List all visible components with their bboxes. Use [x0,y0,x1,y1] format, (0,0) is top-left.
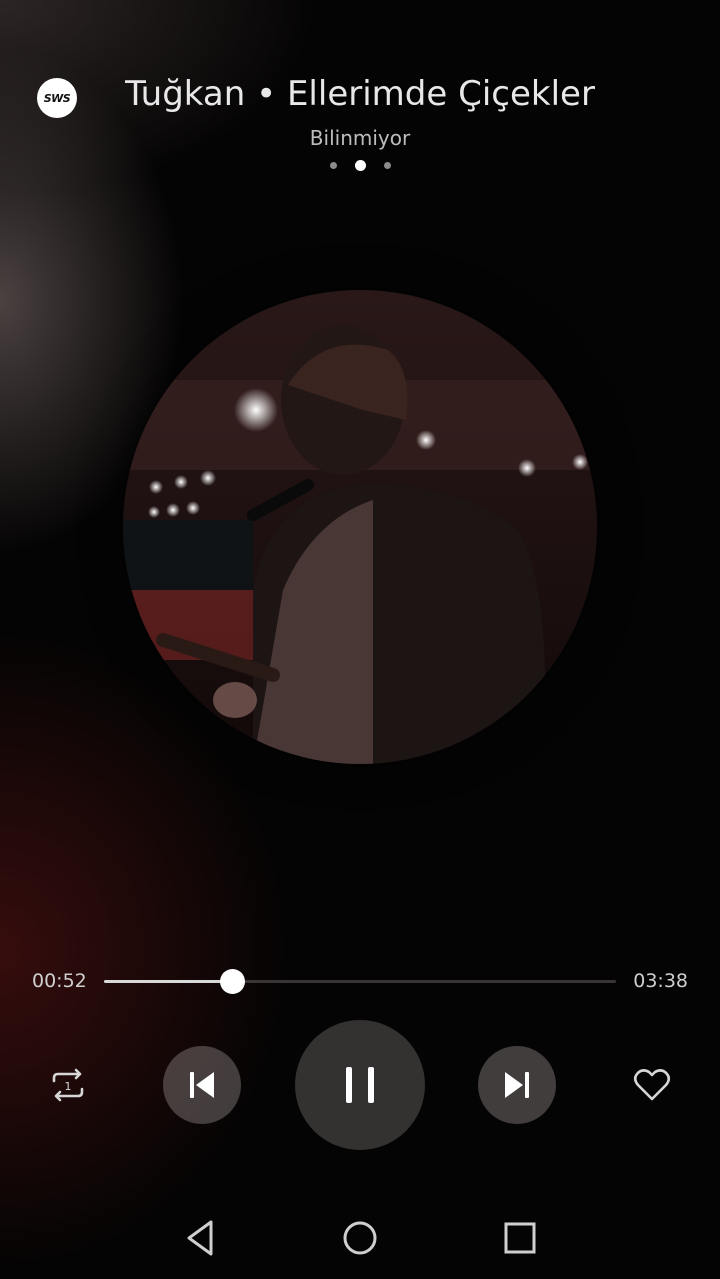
back-triangle-icon [187,1220,213,1256]
next-button[interactable] [478,1046,556,1124]
repeat-one-icon: 1 [52,1068,84,1102]
skip-previous-icon [190,1072,214,1098]
nav-recents-button[interactable] [498,1216,542,1260]
nav-back-button[interactable] [178,1216,222,1260]
play-pause-button[interactable] [295,1020,425,1150]
repeat-badge: 1 [65,1080,72,1093]
favorite-button[interactable] [627,1060,677,1110]
app-logo[interactable]: SWS [37,78,77,118]
previous-button[interactable] [163,1046,241,1124]
page-indicator [0,160,720,171]
track-title: Tuğkan • Ellerimde Çiçekler [125,74,595,114]
repeat-button[interactable]: 1 [43,1060,93,1110]
seek-progress [104,980,232,983]
current-time: 00:52 [32,970,87,992]
seek-track[interactable] [104,969,616,994]
now-playing-header: SWS Tuğkan • Ellerimde Çiçekler Bilinmiy… [0,60,720,180]
nav-home-button[interactable] [338,1216,382,1260]
page-dot[interactable] [329,162,337,169]
album-art[interactable] [123,290,597,764]
home-circle-icon [343,1221,377,1255]
skip-next-icon [505,1072,529,1098]
page-dot-active[interactable] [354,160,366,171]
pause-icon [346,1067,374,1103]
total-time: 03:38 [633,970,688,992]
page-dot[interactable] [383,162,391,169]
system-navigation-bar [0,1196,720,1279]
heart-outline-icon [633,1069,671,1101]
recents-square-icon [504,1222,536,1254]
album-art-photo [123,290,597,764]
track-artist: Bilinmiyor [309,126,411,150]
playback-controls: 1 [0,1018,720,1152]
seek-bar-area: 00:52 03:38 [0,960,720,1004]
seek-thumb[interactable] [220,969,245,994]
